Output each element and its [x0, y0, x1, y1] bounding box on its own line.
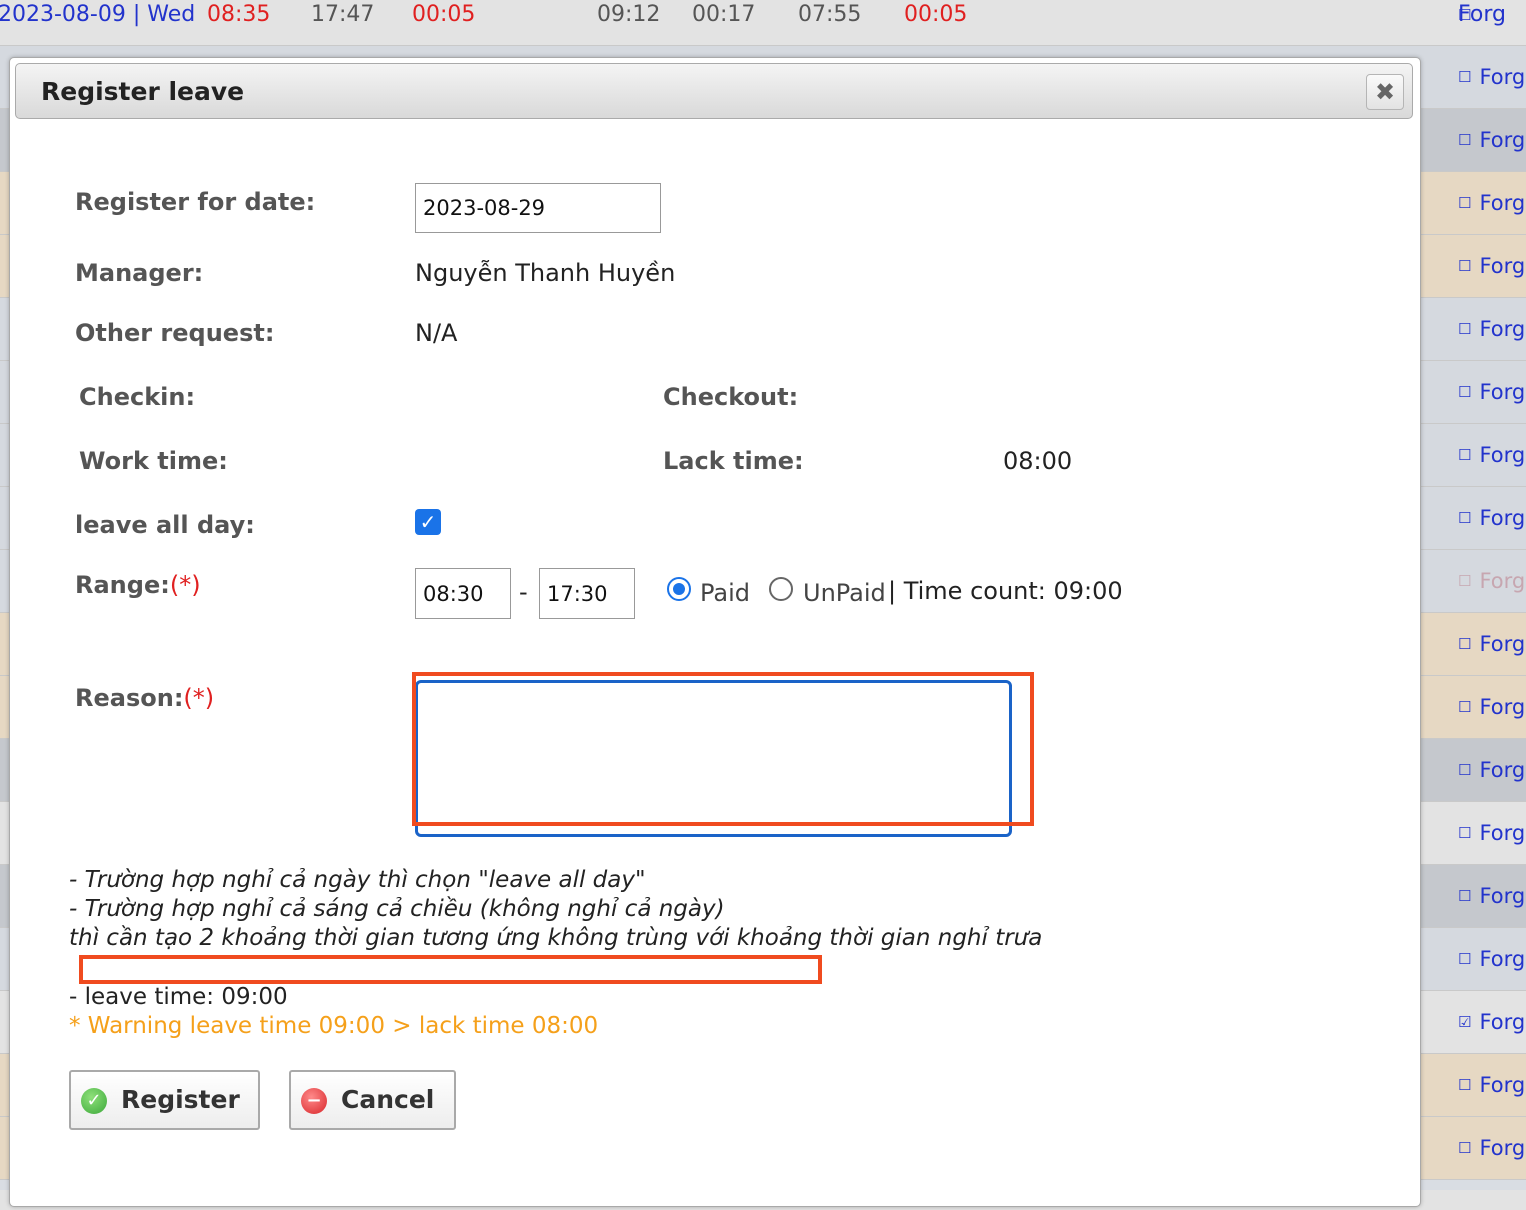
lack-time-value: 08:00	[1003, 447, 1073, 475]
range-label: Range:(*)	[75, 571, 201, 599]
range-from-input[interactable]	[415, 568, 511, 619]
manager-label: Manager:	[75, 259, 204, 287]
check-circle-icon: ✓	[81, 1088, 107, 1114]
forgot-link[interactable]: ☐ Forg	[1458, 424, 1525, 487]
forgot-link[interactable]: ☐ Forg	[1458, 928, 1525, 991]
forgot-link[interactable]: ☐ Forg	[1458, 487, 1525, 550]
cancel-button[interactable]: − Cancel	[289, 1070, 456, 1130]
row-checkout: 17:47	[311, 2, 375, 27]
forgot-link[interactable]: ☐ Forg	[1458, 361, 1525, 424]
forgot-link[interactable]: ☐ Forg	[1458, 46, 1525, 109]
forgot-link[interactable]: ☑ Forg	[1458, 991, 1525, 1054]
close-button[interactable]: ✖	[1366, 74, 1404, 110]
warning-text: * Warning leave time 09:00 > lack time 0…	[69, 1013, 599, 1039]
background-table-row-top: 2023-08-09 | Wed 08:35 17:47 00:05 09:12…	[0, 0, 1526, 46]
forgot-link[interactable]: ☐ Forg	[1458, 235, 1525, 298]
row-worktime: 09:12	[597, 2, 661, 27]
forgot-link[interactable]: ☐ Forg	[1458, 613, 1525, 676]
note-line-1: - Trường hợp nghỉ cả ngày thì chọn "leav…	[69, 867, 646, 893]
forgot-link[interactable]: ☐ Forg	[1458, 172, 1525, 235]
range-to-input[interactable]	[539, 568, 635, 619]
checkin-label: Checkin:	[79, 383, 196, 411]
dialog-title: Register leave	[41, 77, 245, 106]
note-line-2: - Trường hợp nghỉ cả sáng cả chiều (khôn…	[69, 896, 725, 922]
register-button[interactable]: ✓ Register	[69, 1070, 260, 1130]
dialog-titlebar: Register leave ✖	[15, 63, 1413, 119]
forgot-link[interactable]: ☐ Forg	[1458, 1117, 1525, 1180]
reason-textarea[interactable]	[415, 680, 1012, 837]
forgot-link[interactable]: ☐ Forg	[1458, 739, 1525, 802]
row-overtime: 00:17	[692, 2, 756, 27]
cancel-button-label: Cancel	[341, 1085, 435, 1114]
required-mark: (*)	[183, 684, 215, 712]
forgot-link[interactable]: ☐ Forg	[1458, 802, 1525, 865]
register-for-date-label: Register for date:	[75, 188, 316, 216]
checkmark-icon: ✓	[419, 510, 437, 534]
leave-all-day-label: leave all day:	[75, 511, 255, 539]
unpaid-radio[interactable]	[769, 577, 793, 601]
other-request-label: Other request:	[75, 319, 275, 347]
forgot-link[interactable]: ☐ Forg	[1458, 1054, 1525, 1117]
range-separator: -	[519, 578, 528, 606]
required-mark: (*)	[169, 571, 201, 599]
manager-value: Nguyễn Thanh Huyền	[415, 259, 676, 287]
leave-time-text: - leave time: 09:00	[69, 984, 288, 1010]
row-date: 2023-08-09 | Wed	[0, 2, 196, 27]
note-line-3: thì cần tạo 2 khoảng thời gian tương ứng…	[69, 925, 1043, 951]
unpaid-label: UnPaid	[803, 579, 886, 607]
paid-radio[interactable]	[667, 577, 691, 601]
forgot-link[interactable]: ☐ Forg	[1458, 865, 1525, 928]
lack-time-label: Lack time:	[663, 447, 804, 475]
register-button-label: Register	[121, 1085, 240, 1114]
forgot-link[interactable]: ☐ Forg	[1458, 550, 1525, 613]
forgot-link[interactable]: ☐ Forg	[1458, 298, 1525, 361]
register-date-input[interactable]	[415, 183, 661, 233]
row-lacktime: 07:55	[798, 2, 862, 27]
row-early: 00:05	[904, 2, 968, 27]
time-count: | Time count: 09:00	[888, 577, 1123, 605]
other-request-value: N/A	[415, 319, 458, 347]
annotation-box-error	[79, 955, 822, 984]
reason-label: Reason:(*)	[75, 684, 215, 712]
row-late: 00:05	[412, 2, 476, 27]
checkout-label: Checkout:	[663, 383, 799, 411]
close-icon: ✖	[1374, 78, 1396, 106]
forgot-link[interactable]: ☐ Forg	[1458, 676, 1525, 739]
paid-label: Paid	[700, 579, 751, 607]
register-leave-dialog: Register leave ✖ Register for date: Mana…	[9, 57, 1421, 1207]
work-time-label: Work time:	[79, 447, 228, 475]
forgot-link[interactable]: ☐ Forg	[1458, 109, 1525, 172]
leave-all-day-checkbox[interactable]: ✓	[415, 509, 441, 535]
row-checkin: 08:35	[207, 2, 271, 27]
minus-circle-icon: −	[301, 1088, 327, 1114]
